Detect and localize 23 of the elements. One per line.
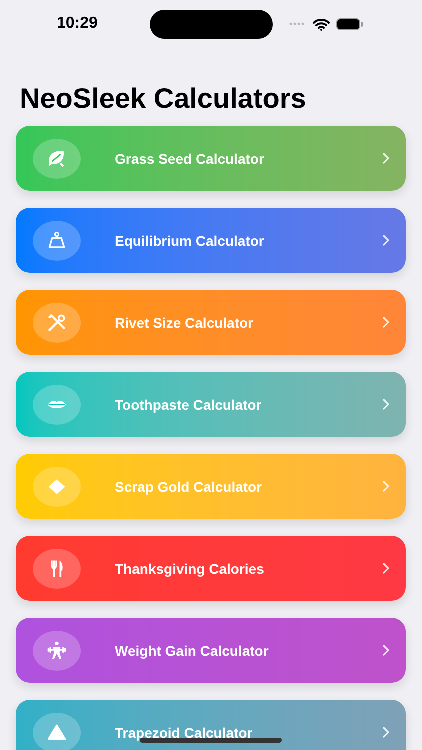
- calculator-row[interactable]: Trapezoid Calculator: [16, 700, 406, 750]
- calculator-row[interactable]: Rivet Size Calculator: [16, 290, 406, 355]
- chevron-icon: [382, 726, 390, 739]
- calculator-row[interactable]: Scrap Gold Calculator: [16, 454, 406, 519]
- chevron-icon: [382, 152, 390, 165]
- calculator-row[interactable]: Equilibrium Calculator: [16, 208, 406, 273]
- calculator-row[interactable]: Toothpaste Calculator: [16, 372, 406, 437]
- status-time: 10:29: [57, 15, 98, 33]
- calculator-row[interactable]: Grass Seed Calculator: [16, 126, 406, 191]
- page-title: NeoSleek Calculators: [20, 82, 308, 116]
- wifi-icon: [313, 18, 330, 30]
- chevron-icon: [382, 480, 390, 493]
- chevron-icon: [382, 316, 390, 329]
- calculator-row[interactable]: Thanksgiving Calories: [16, 536, 406, 601]
- calculator-row[interactable]: Weight Gain Calculator: [16, 618, 406, 683]
- weightlifter-icon: [46, 640, 68, 662]
- chevron-icon: [382, 398, 390, 411]
- battery-icon: [336, 18, 364, 30]
- tools-icon: [46, 312, 68, 334]
- chevron-icon: [382, 644, 390, 657]
- signal-icon: [289, 22, 307, 26]
- chevron-icon: [382, 562, 390, 575]
- chevron-icon: [382, 234, 390, 247]
